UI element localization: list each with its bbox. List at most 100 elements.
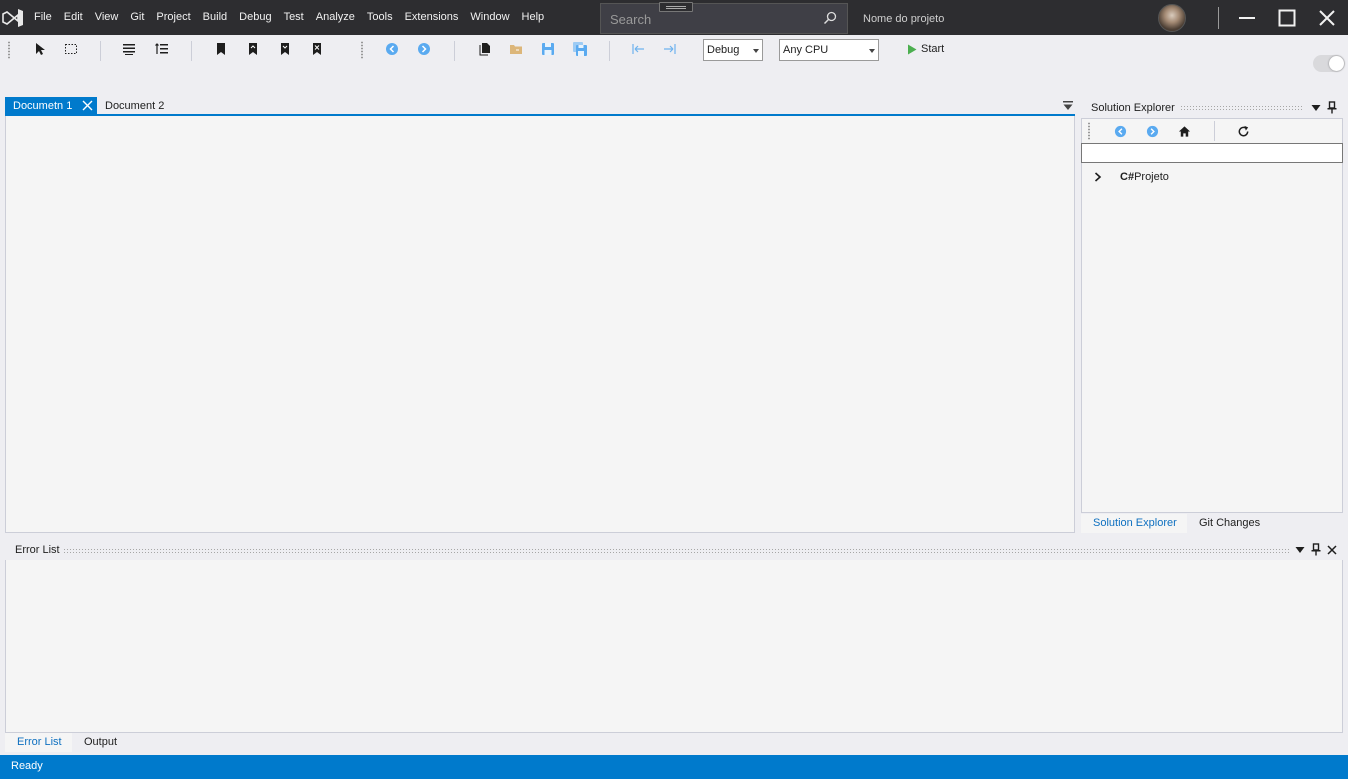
tab-document-2[interactable]: Document 2 [97, 97, 177, 114]
close-panel-icon[interactable] [1327, 545, 1337, 555]
close-tab-icon[interactable] [82, 100, 93, 111]
panel-grip[interactable] [1180, 105, 1304, 110]
project-name: Nome do projeto [863, 13, 945, 25]
search-drag-handle-icon[interactable] [659, 2, 693, 12]
menu-test[interactable]: Test [278, 0, 310, 35]
toolbar-separator [1214, 121, 1215, 141]
step-in-right-icon[interactable] [663, 42, 677, 56]
csharp-project-icon: C# [1120, 171, 1135, 183]
chevron-down-icon[interactable] [1295, 546, 1305, 554]
document-list-dropdown-icon[interactable] [1062, 100, 1074, 112]
tab-label: Document 2 [105, 100, 165, 112]
solution-search-input[interactable] [1081, 143, 1343, 163]
menu-tools[interactable]: Tools [361, 0, 399, 35]
menu-view[interactable]: View [89, 0, 125, 35]
menu-git[interactable]: Git [124, 0, 150, 35]
indent-list-icon[interactable] [155, 42, 169, 56]
error-list-tab-strip: Error List Output [5, 733, 1343, 753]
play-icon [908, 44, 917, 54]
tab-document-1[interactable]: Documetn 1 [5, 97, 97, 114]
save-icon[interactable] [541, 42, 555, 56]
menu-window[interactable]: Window [464, 0, 515, 35]
configuration-value: Debug [707, 44, 740, 56]
search-icon[interactable] [823, 11, 837, 25]
tab-error-list[interactable]: Error List [5, 733, 72, 752]
title-divider [1218, 7, 1219, 29]
menu-file[interactable]: File [28, 0, 58, 35]
comment-lines-icon[interactable] [122, 42, 136, 56]
toolbar-separator [454, 41, 455, 61]
panel-title: Error List [15, 544, 60, 556]
status-text: Ready [11, 760, 43, 772]
new-file-icon[interactable] [477, 42, 491, 56]
menu-bar: File Edit View Git Project Build Debug T… [28, 0, 550, 35]
close-window-icon[interactable] [1317, 8, 1337, 28]
avatar[interactable] [1158, 4, 1186, 32]
search-box[interactable]: Search [600, 2, 848, 34]
tab-solution-explorer[interactable]: Solution Explorer [1081, 514, 1187, 533]
minimize-icon[interactable] [1237, 8, 1257, 28]
menu-edit[interactable]: Edit [58, 0, 89, 35]
select-rectangle-icon[interactable] [64, 42, 78, 56]
menu-analyze[interactable]: Analyze [310, 0, 361, 35]
save-all-icon[interactable] [573, 42, 587, 56]
menu-project[interactable]: Project [150, 0, 196, 35]
tab-git-changes[interactable]: Git Changes [1193, 514, 1266, 533]
tab-label: Error List [17, 736, 62, 748]
start-button[interactable]: Start [907, 43, 944, 55]
toolbar-grip[interactable] [361, 41, 363, 59]
solution-explorer-tab-strip: Solution Explorer Git Changes [1081, 514, 1343, 533]
bookmark-next-icon[interactable] [278, 42, 292, 56]
pointer-icon[interactable] [33, 42, 47, 56]
platform-dropdown[interactable]: Any CPU [779, 39, 879, 61]
solution-tree: C# Projeto [1081, 163, 1343, 513]
toolbar-separator [609, 41, 610, 61]
solution-explorer-toolbar [1081, 118, 1343, 143]
tab-label: Solution Explorer [1093, 517, 1177, 529]
toolbar: Debug Any CPU Start [0, 35, 1348, 65]
tree-item-project[interactable]: C# Projeto [1094, 171, 1169, 183]
menu-extensions[interactable]: Extensions [399, 0, 465, 35]
toolbar-grip[interactable] [8, 41, 10, 59]
maximize-icon[interactable] [1277, 8, 1297, 28]
tree-item-label: Projeto [1134, 171, 1169, 183]
refresh-icon[interactable] [1237, 125, 1250, 138]
pin-icon[interactable] [1327, 101, 1337, 114]
error-list-header: Error List [5, 540, 1343, 560]
home-icon[interactable] [1178, 125, 1191, 138]
panel-title: Solution Explorer [1091, 102, 1175, 114]
step-out-left-icon[interactable] [631, 42, 645, 56]
tab-label: Output [84, 736, 118, 748]
configuration-dropdown[interactable]: Debug [703, 39, 763, 61]
back-icon[interactable] [1114, 125, 1127, 138]
tab-label: Git Changes [1199, 517, 1261, 529]
platform-value: Any CPU [783, 44, 829, 56]
menu-debug[interactable]: Debug [233, 0, 277, 35]
open-folder-icon[interactable] [509, 42, 523, 56]
bookmark-previous-icon[interactable] [246, 42, 260, 56]
toolbar-grip[interactable] [1088, 122, 1090, 140]
editor-area[interactable] [5, 116, 1075, 533]
menu-build[interactable]: Build [197, 0, 233, 35]
pin-icon[interactable] [1311, 543, 1321, 556]
navigate-back-icon[interactable] [385, 42, 399, 56]
panel-grip[interactable] [63, 548, 1289, 553]
forward-icon[interactable] [1146, 125, 1159, 138]
tab-label: Documetn 1 [13, 100, 73, 112]
solution-explorer-panel: Solution Explorer C# Projeto Solution Ex… [1081, 97, 1343, 533]
status-bar: Ready [0, 755, 1348, 779]
menu-help[interactable]: Help [516, 0, 551, 35]
toolbar-separator [100, 41, 101, 61]
chevron-down-icon[interactable] [1311, 104, 1321, 112]
search-placeholder: Search [610, 12, 652, 27]
navigate-forward-icon[interactable] [417, 42, 431, 56]
visual-studio-logo-icon[interactable] [2, 8, 24, 28]
bookmark-clear-icon[interactable] [310, 42, 324, 56]
chevron-right-icon[interactable] [1094, 172, 1102, 182]
tab-output[interactable]: Output [78, 733, 123, 752]
bookmark-icon[interactable] [214, 42, 228, 56]
toolbar-separator [191, 41, 192, 61]
document-tab-strip: Documetn 1 Document 2 [5, 97, 1075, 116]
theme-toggle[interactable] [1313, 55, 1345, 72]
start-label: Start [921, 43, 945, 55]
